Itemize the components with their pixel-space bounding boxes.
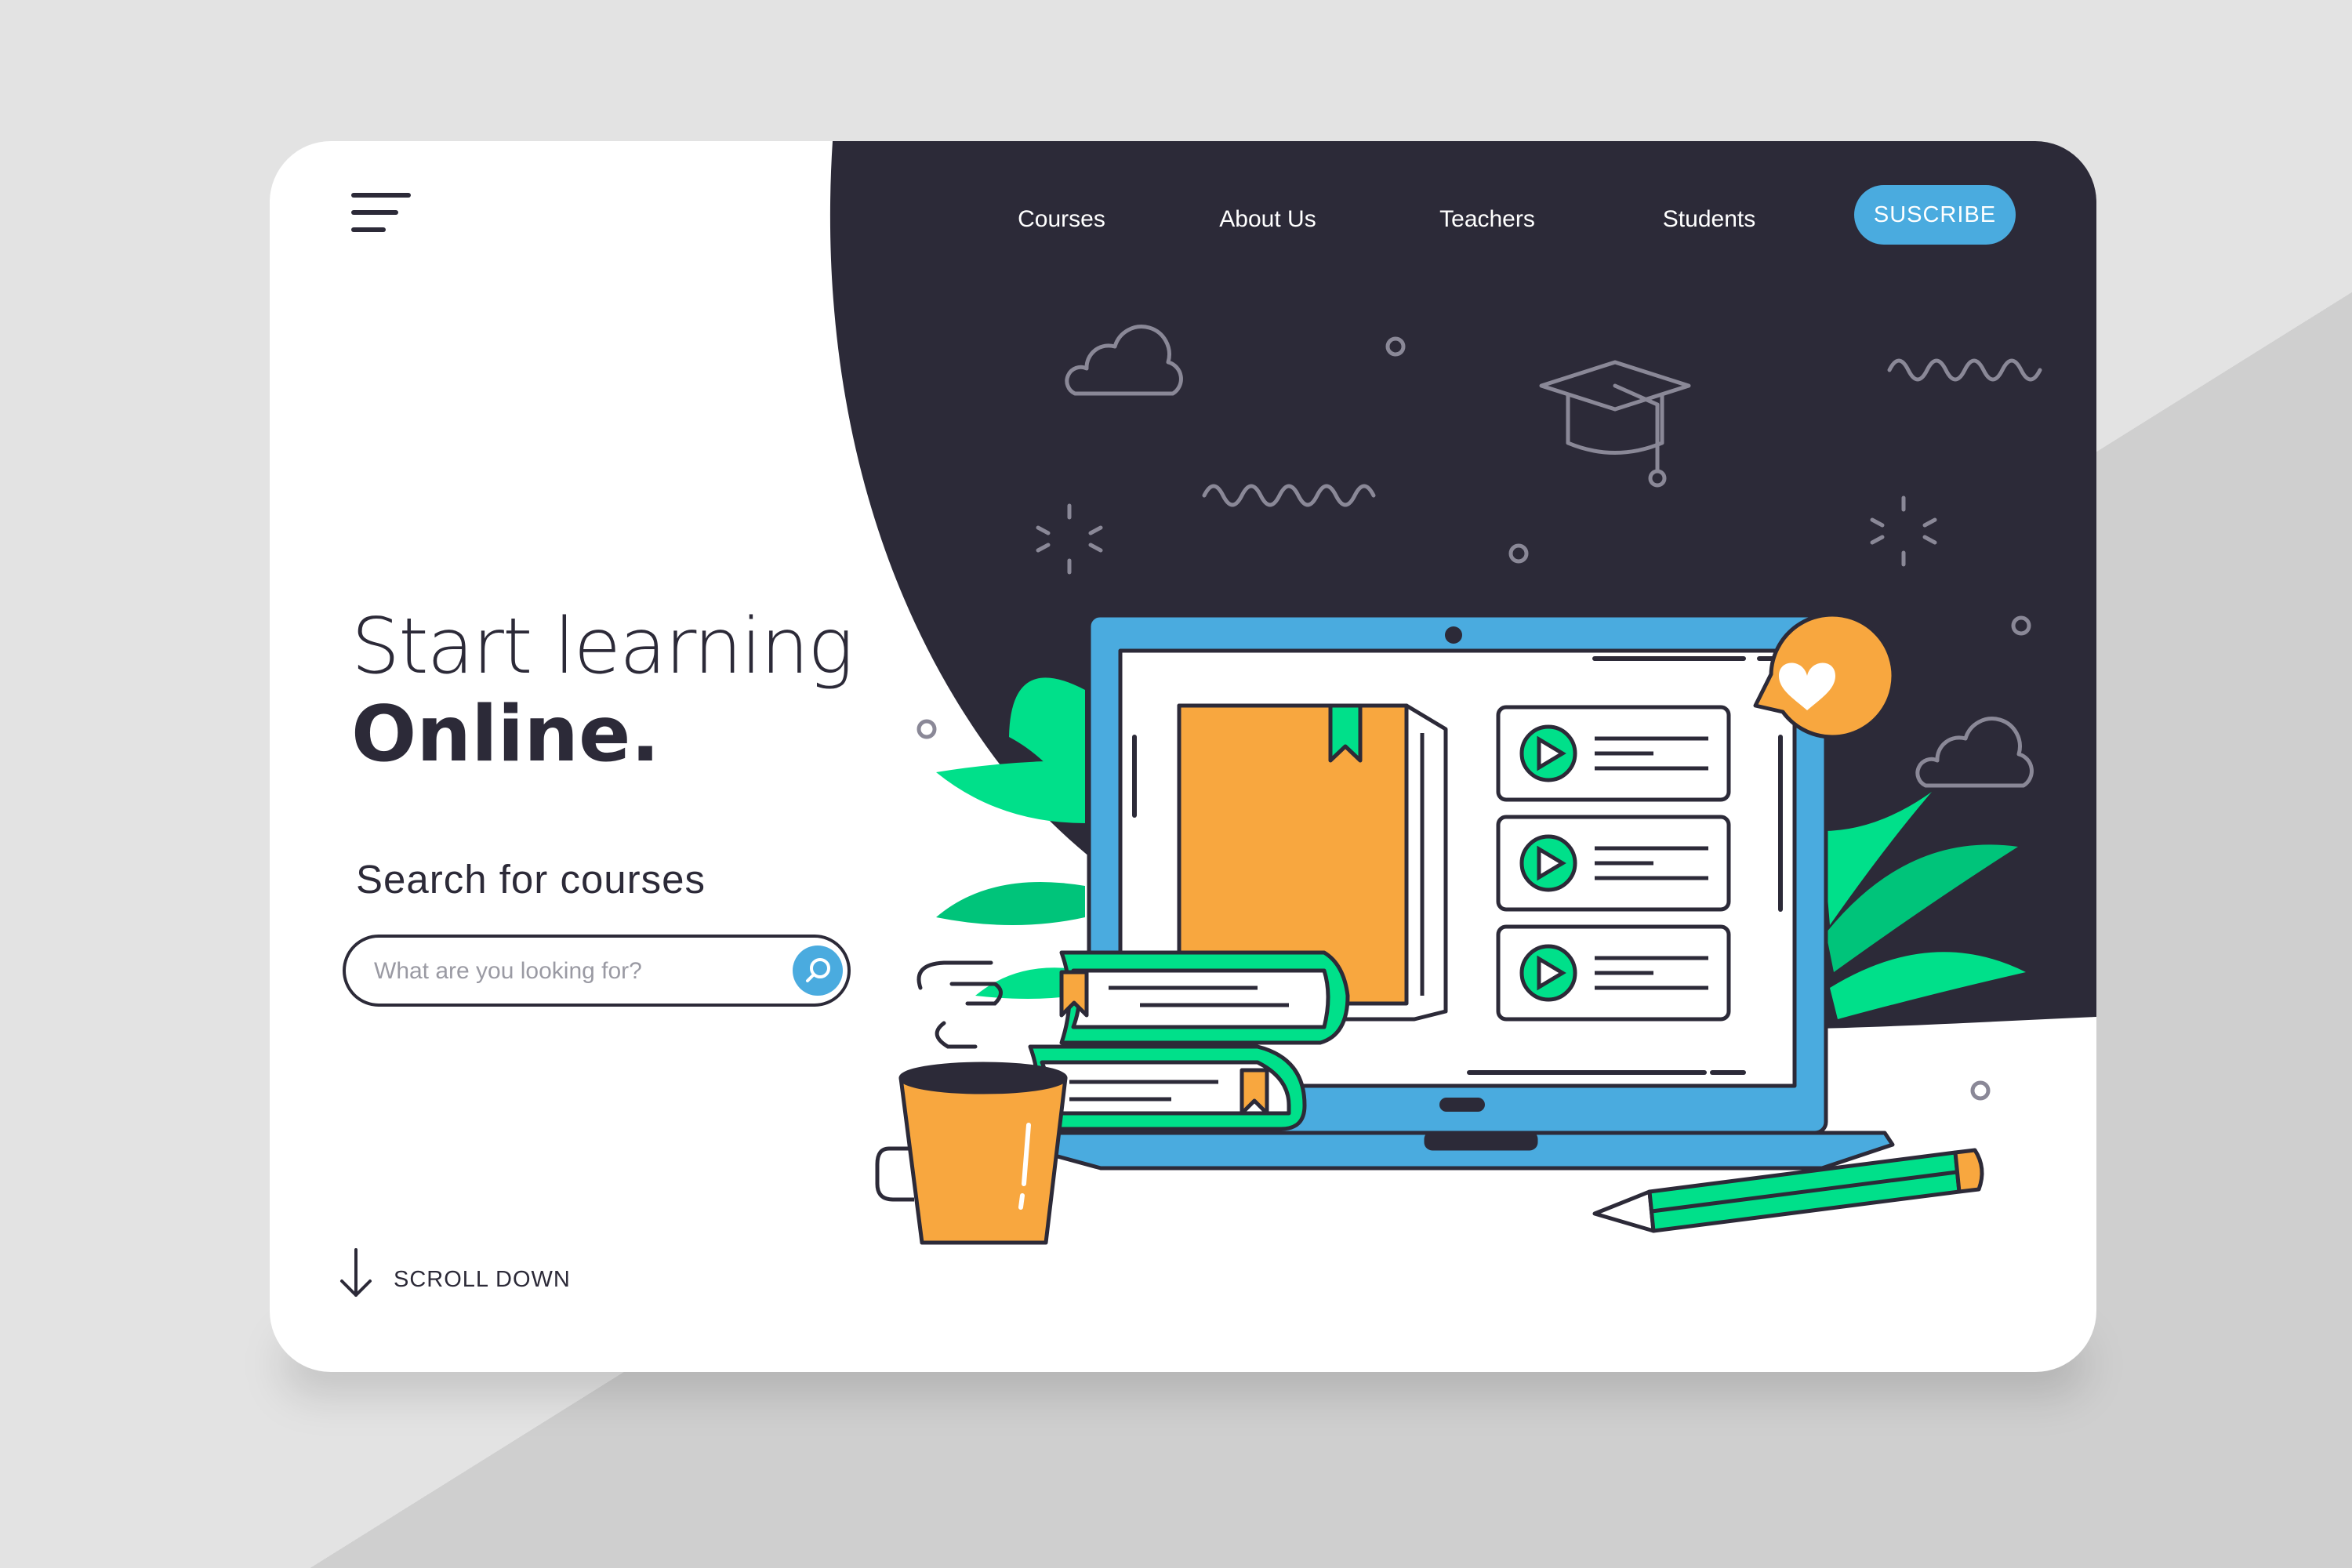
arrow-down-icon: [340, 1248, 372, 1297]
video-list: [1496, 705, 1731, 1022]
hamburger-menu-icon[interactable]: [351, 193, 414, 240]
landing-page-card: Courses About Us Teachers Students SUSCR…: [270, 141, 2096, 1372]
steam-lines: [916, 960, 1003, 1049]
hero-title-bold: Online.: [351, 690, 660, 779]
laptop-camera: [1445, 626, 1462, 644]
search-input[interactable]: [372, 952, 768, 991]
search-button[interactable]: [793, 946, 843, 996]
circle-doodle: [916, 719, 937, 739]
search-icon: [806, 958, 830, 982]
hero-title-light: Start learning: [351, 602, 854, 691]
video-item: [1496, 924, 1731, 1022]
nav-about-us[interactable]: About Us: [1219, 201, 1316, 238]
nav-teachers[interactable]: Teachers: [1439, 201, 1535, 238]
video-item: [1496, 705, 1731, 802]
search-box: [343, 935, 851, 1007]
nav-courses[interactable]: Courses: [1018, 201, 1105, 238]
search-heading: Search for courses: [356, 857, 706, 902]
video-item: [1496, 815, 1731, 912]
scroll-down-label: SCROLL DOWN: [394, 1267, 571, 1292]
coffee-mug: [875, 1062, 1068, 1245]
book-stack: [1028, 950, 1350, 1131]
subscribe-button[interactable]: SUSCRIBE: [1854, 185, 2016, 245]
nav-students[interactable]: Students: [1663, 201, 1755, 238]
circle-doodle: [1970, 1080, 1991, 1101]
